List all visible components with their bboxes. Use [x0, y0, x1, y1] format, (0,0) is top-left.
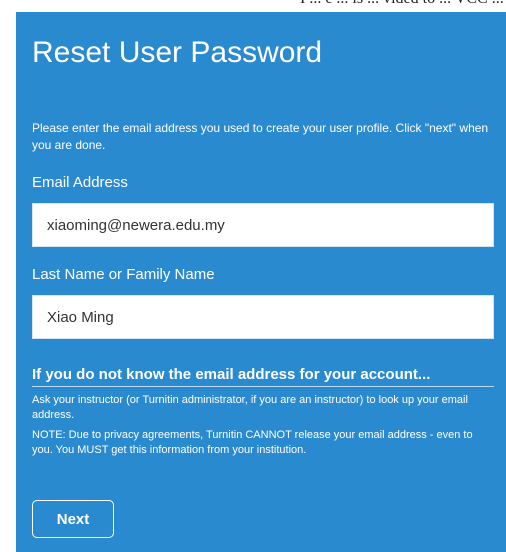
instructions-text: Please enter the email address you used … — [32, 121, 489, 152]
last-name-field[interactable] — [32, 295, 494, 339]
page-title: Reset User Password — [32, 36, 323, 69]
next-button[interactable]: Next — [32, 500, 114, 538]
reset-password-panel: Reset User Password Please enter the ema… — [16, 12, 506, 552]
email-field[interactable] — [32, 203, 494, 247]
privacy-note: NOTE: Due to privacy agreements, Turniti… — [32, 429, 473, 456]
last-name-label: Last Name or Family Name — [32, 266, 215, 283]
help-text: Ask your instructor (or Turnitin adminis… — [32, 394, 468, 421]
cropped-page-text: I ... e ... is ... vided to ... VCC ... … — [300, 0, 506, 8]
top-cropped-strip: I ... e ... is ... vided to ... VCC ... … — [0, 0, 506, 12]
email-label: Email Address — [32, 174, 128, 191]
help-heading: If you do not know the email address for… — [32, 366, 494, 387]
